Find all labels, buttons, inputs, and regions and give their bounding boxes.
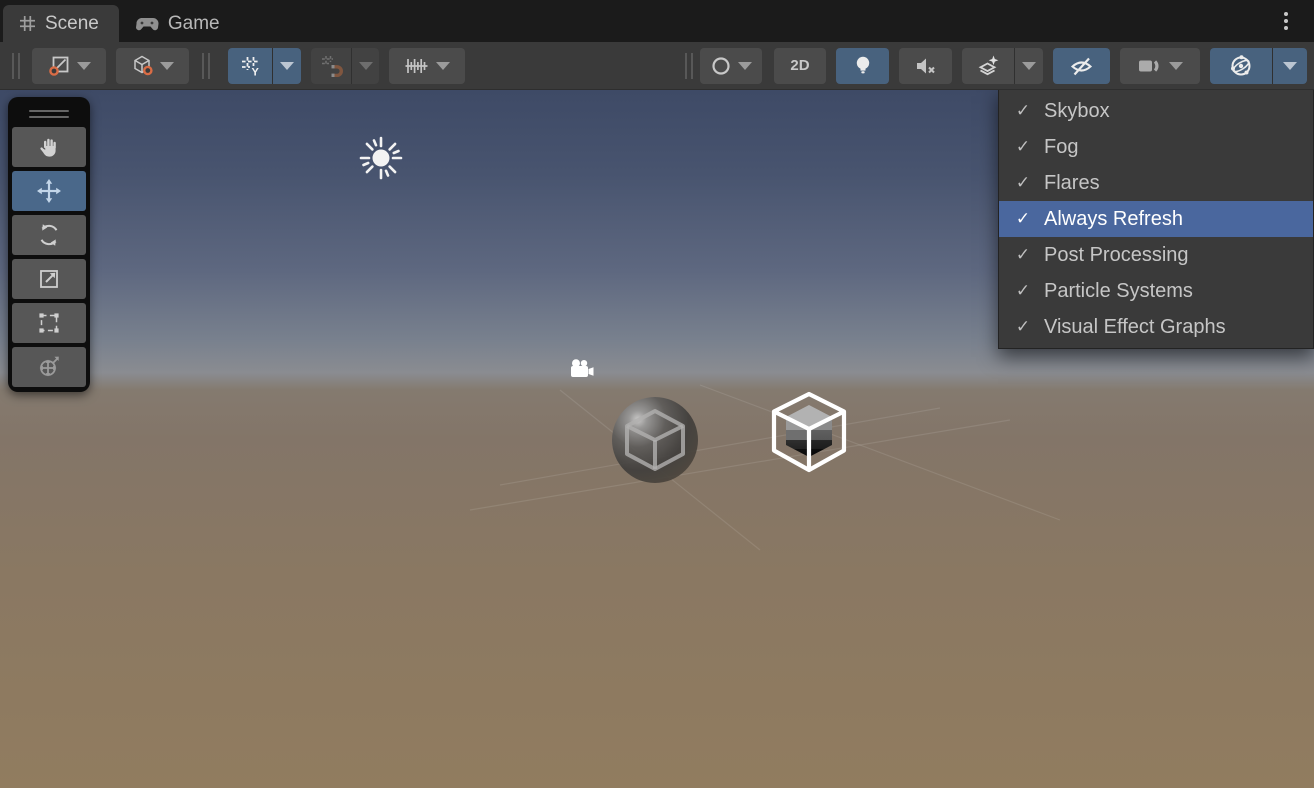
tool-handle-position-button[interactable] [32,48,106,84]
tab-scene[interactable]: Scene [3,5,119,42]
menu-item-flares[interactable]: ✓ Flares [999,165,1313,201]
menu-item-fog[interactable]: ✓ Fog [999,129,1313,165]
menu-item-post-processing[interactable]: ✓ Post Processing [999,237,1313,273]
check-icon: ✓ [1012,173,1034,193]
scale-tool-button[interactable] [12,259,86,299]
hidden-objects-button[interactable] [1053,48,1110,84]
rotate-arrows-icon [36,222,62,248]
dropdown-arrow-icon [1022,62,1036,70]
menu-item-label: Fog [1044,136,1078,159]
speaker-muted-icon [915,57,937,75]
menu-item-visual-effect-graphs[interactable]: ✓ Visual Effect Graphs [999,309,1313,345]
selected-cube-icon [768,389,850,475]
move-tool-button[interactable] [12,171,86,211]
tab-game[interactable]: Game [119,5,240,42]
dropdown-arrow-icon [738,62,752,70]
dropdown-arrow-icon [359,62,373,70]
eye-slash-icon [1069,54,1094,77]
palette-drag-handle[interactable] [29,110,69,118]
striped-cube-object[interactable] [768,389,850,475]
movie-camera-icon [569,358,599,382]
check-icon: ✓ [1012,101,1034,121]
scene-camera-button[interactable] [1120,48,1200,84]
check-icon: ✓ [1012,209,1034,229]
transform-tool-button[interactable] [12,347,86,387]
move-arrows-icon [36,178,62,204]
transform-combined-icon [36,354,62,380]
menu-item-label: Visual Effect Graphs [1044,316,1226,339]
kebab-menu-icon[interactable] [1278,7,1294,35]
toolbar-drag-handle[interactable] [685,53,693,79]
snap-increment-ruler-icon [404,56,429,76]
check-icon: ✓ [1012,281,1034,301]
mode-2d-button[interactable]: 2D [774,48,826,84]
effects-dropdown-menu: ✓ Skybox ✓ Fog ✓ Flares ✓ Always Refresh… [998,90,1314,349]
scene-toolbar: Y [0,42,1314,90]
tab-scene-label: Scene [45,13,99,35]
grid-snap-magnet-icon [320,54,343,77]
menu-item-label: Particle Systems [1044,280,1193,303]
check-icon: ✓ [1012,317,1034,337]
grid-axis-label: Y [251,66,259,77]
tool-handle-rotation-button[interactable] [116,48,189,84]
directional-light-gizmo[interactable] [357,134,405,182]
menu-item-skybox[interactable]: ✓ Skybox [999,93,1313,129]
shaded-sphere-icon [711,56,731,76]
view-tool-button[interactable] [12,127,86,167]
menu-item-always-refresh[interactable]: ✓ Always Refresh [999,201,1313,237]
effects-button[interactable] [962,48,1043,84]
gizmos-sphere-icon [1229,54,1253,78]
menu-item-label: Skybox [1044,100,1110,123]
video-camera-icon [1137,57,1161,75]
grid-y-icon: Y [240,55,261,77]
wireframe-cube-gizmo-icon [622,407,688,473]
check-icon: ✓ [1012,137,1034,157]
unity-editor-window: Scene Game [0,0,1314,788]
grid-visibility-button[interactable]: Y [228,48,301,84]
dropdown-arrow-icon [77,62,91,70]
light-bulb-icon [854,55,872,76]
toolbar-drag-handle[interactable] [202,53,210,79]
shading-mode-button[interactable] [700,48,762,84]
hand-icon [37,135,62,160]
grid-icon [19,15,36,32]
tab-bar: Scene Game [0,0,1314,42]
sphere-object[interactable] [612,397,698,483]
scene-audio-mute-button[interactable] [899,48,952,84]
gizmos-button[interactable] [1210,48,1307,84]
effects-layers-star-icon [977,54,1000,77]
check-icon: ✓ [1012,245,1034,265]
menu-item-label: Post Processing [1044,244,1189,267]
dropdown-arrow-icon [280,62,294,70]
grid-snapping-button[interactable] [311,48,379,84]
rect-handles-icon [36,310,62,336]
camera-gizmo[interactable] [569,358,599,382]
snap-increment-button[interactable] [389,48,465,84]
scene-lighting-button[interactable] [836,48,889,84]
gamepad-icon [135,17,159,31]
pivot-icon [48,54,71,77]
dropdown-arrow-icon [1169,62,1183,70]
tab-game-label: Game [168,13,220,35]
sun-icon [357,134,405,182]
rect-tool-button[interactable] [12,303,86,343]
mode-2d-label: 2D [790,57,809,74]
scale-arrow-icon [37,267,61,291]
dropdown-arrow-icon [1283,62,1297,70]
dropdown-arrow-icon [436,62,450,70]
tool-palette [8,97,90,392]
rotate-tool-button[interactable] [12,215,86,255]
orientation-cube-icon [131,54,154,77]
toolbar-drag-handle[interactable] [12,53,20,79]
scene-viewport[interactable]: ✓ Skybox ✓ Fog ✓ Flares ✓ Always Refresh… [0,90,1314,788]
menu-item-label: Always Refresh [1044,208,1183,231]
dropdown-arrow-icon [160,62,174,70]
menu-item-label: Flares [1044,172,1100,195]
menu-item-particle-systems[interactable]: ✓ Particle Systems [999,273,1313,309]
